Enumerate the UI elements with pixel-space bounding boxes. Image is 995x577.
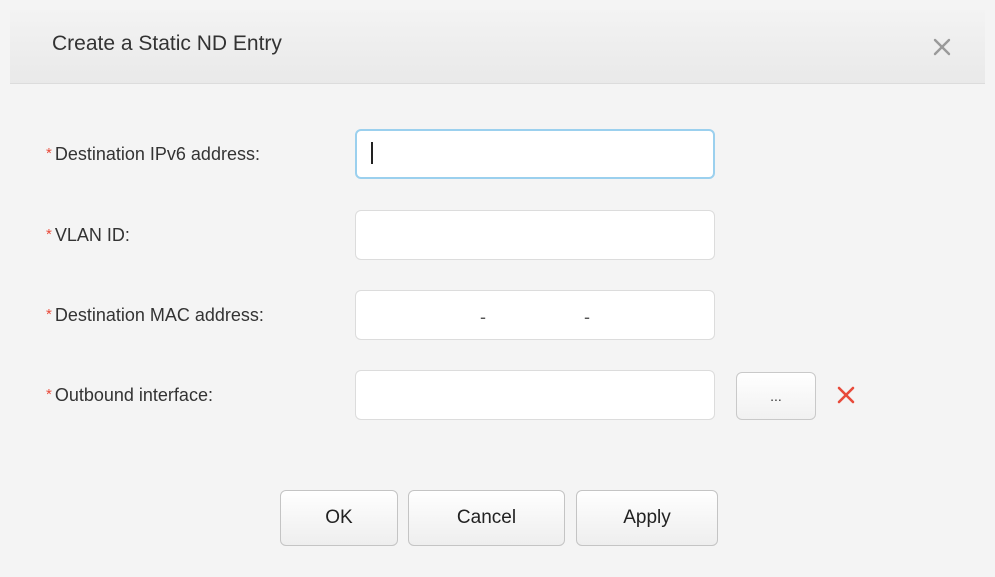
vlan-id-label: * VLAN ID: [46, 210, 130, 260]
vlan-id-label-text: VLAN ID: [54, 225, 130, 245]
mac-separator: - [480, 307, 486, 327]
apply-button[interactable]: Apply [576, 490, 718, 546]
required-marker: * [46, 145, 52, 162]
mac-separator: - [584, 307, 590, 327]
dialog-title-bar: Create a Static ND Entry [10, 10, 985, 84]
mac-address-label-text: Destination MAC address: [54, 305, 264, 325]
mac-address-row: * Destination MAC address: - - [46, 290, 946, 340]
mac-address-field: - - [355, 290, 715, 340]
browse-interface-button[interactable]: ... [736, 372, 816, 420]
mac-segment-2-input[interactable] [488, 292, 592, 340]
outbound-interface-input[interactable] [355, 370, 715, 420]
vlan-id-input[interactable] [355, 210, 715, 260]
ipv6-address-label-text: Destination IPv6 address: [54, 144, 260, 164]
text-caret [371, 142, 373, 164]
required-marker: * [46, 306, 52, 323]
close-icon[interactable] [929, 34, 955, 60]
required-marker: * [46, 226, 52, 243]
vlan-id-row: * VLAN ID: [46, 210, 946, 260]
static-nd-dialog: Create a Static ND Entry * Destination IP… [0, 0, 995, 577]
ok-button[interactable]: OK [280, 490, 398, 546]
cancel-button[interactable]: Cancel [408, 490, 565, 546]
dialog-title: Create a Static ND Entry [52, 32, 282, 55]
required-marker: * [46, 386, 52, 403]
ipv6-address-input[interactable] [355, 129, 715, 179]
close-icon[interactable] [835, 384, 857, 406]
ipv6-address-label: * Destination IPv6 address: [46, 129, 260, 179]
mac-segment-3-input[interactable] [596, 292, 700, 340]
dialog-body: * Destination IPv6 address: * VLAN ID: * De… [10, 84, 985, 577]
outbound-interface-label-text: Outbound interface: [54, 385, 213, 405]
ipv6-address-row: * Destination IPv6 address: [46, 129, 946, 179]
mac-segment-1-input[interactable] [362, 292, 466, 340]
mac-address-label: * Destination MAC address: [46, 290, 264, 340]
outbound-interface-label: * Outbound interface: [46, 370, 213, 420]
outbound-interface-row: * Outbound interface: ... [46, 370, 946, 420]
